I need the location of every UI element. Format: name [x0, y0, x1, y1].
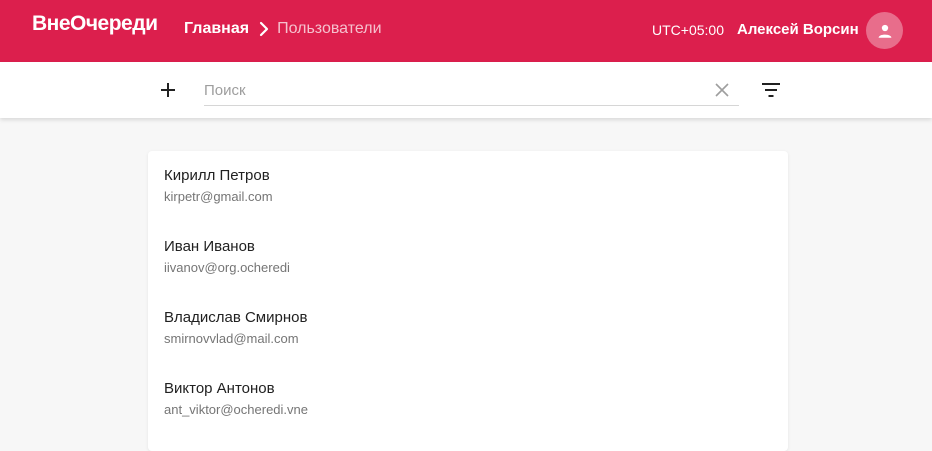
plus-icon: [161, 83, 175, 97]
add-user-button[interactable]: [156, 78, 180, 102]
toolbar: [0, 62, 932, 118]
user-name: Владислав Смирнов: [164, 309, 308, 326]
avatar[interactable]: [866, 12, 903, 49]
person-icon: [878, 24, 891, 38]
close-icon: [715, 83, 729, 97]
list-item[interactable]: Виктор Антонов ant_viktor@ocheredi.vne: [148, 364, 788, 435]
filter-icon: [762, 83, 780, 97]
clear-search-button[interactable]: [714, 82, 730, 98]
timezone-label: UTC+05:00: [652, 22, 724, 38]
chevron-right-icon: [257, 21, 271, 37]
breadcrumb-current: Пользователи: [277, 20, 382, 37]
user-email: smirnovvlad@mail.com: [164, 331, 299, 346]
list-item[interactable]: Иван Иванов iivanov@org.ocheredi: [148, 222, 788, 293]
search-field: [204, 76, 739, 106]
app-logo[interactable]: ВнеОчереди: [32, 12, 158, 36]
list-item[interactable]: Кирилл Петров kirpetr@gmail.com: [148, 151, 788, 222]
breadcrumb: Главная Пользователи: [184, 20, 382, 38]
breadcrumb-home-link[interactable]: Главная: [184, 20, 249, 38]
user-email: iivanov@org.ocheredi: [164, 260, 290, 275]
app-header: ВнеОчереди Главная Пользователи UTC+05:0…: [0, 0, 932, 62]
current-user-name[interactable]: Алексей Ворсин: [737, 21, 859, 38]
user-name: Иван Иванов: [164, 238, 255, 255]
user-email: ant_viktor@ocheredi.vne: [164, 402, 308, 417]
user-name: Виктор Антонов: [164, 380, 275, 397]
search-input[interactable]: [204, 79, 704, 101]
user-email: kirpetr@gmail.com: [164, 189, 273, 204]
user-name: Кирилл Петров: [164, 167, 270, 184]
filter-button[interactable]: [760, 80, 782, 100]
users-list: Кирилл Петров kirpetr@gmail.com Иван Ива…: [148, 151, 788, 451]
list-item[interactable]: Владислав Смирнов smirnovvlad@mail.com: [148, 293, 788, 364]
